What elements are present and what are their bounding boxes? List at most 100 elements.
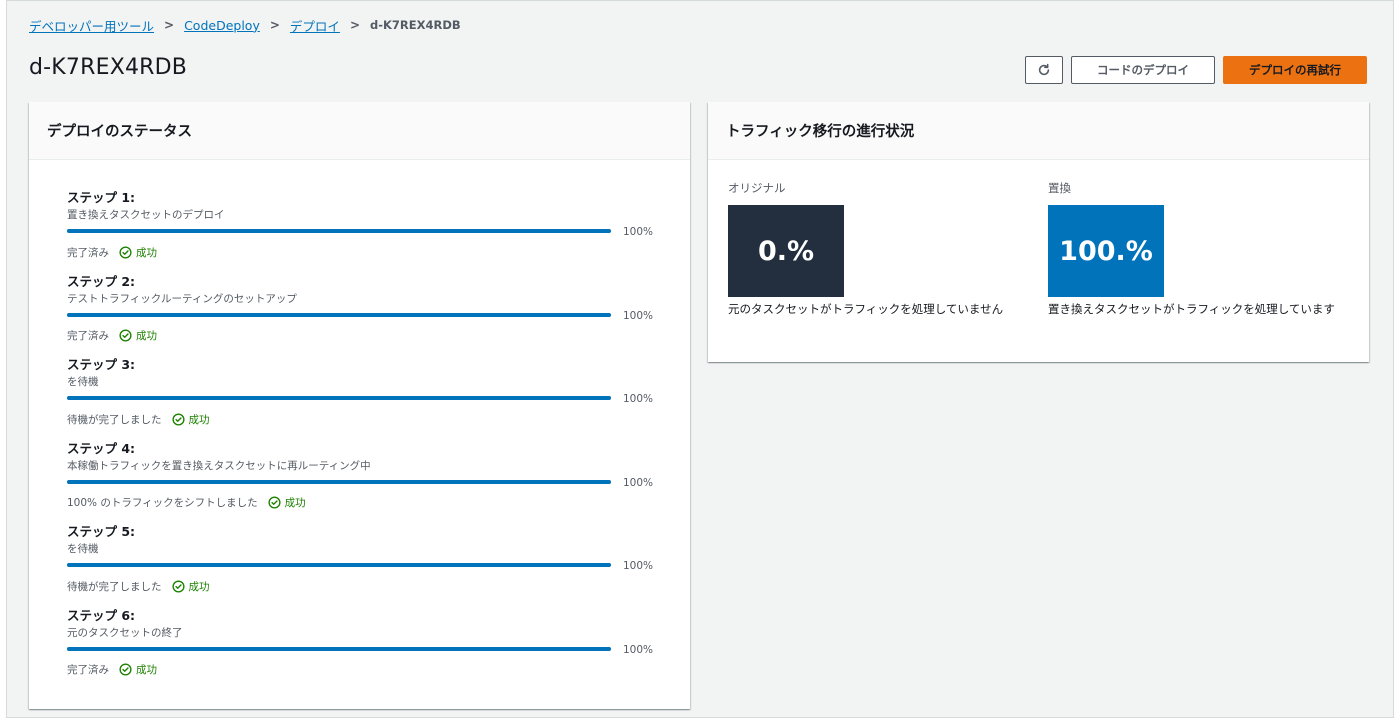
step-progress: 100% [67,559,667,573]
progress-track [67,312,611,317]
progress-fill [67,396,611,400]
progress-percent: 100% [623,309,654,322]
success-label: 成功 [136,330,157,342]
replacement-description: 置き換えタスクセットがトラフィックを処理しています [1048,302,1335,316]
traffic-shift-panel: トラフィック移行の進行状況 オリジナル 0.% 元のタスクセットがトラフィックを… [708,102,1369,362]
success-badge: 成功 [119,328,157,343]
breadcrumb: デベロッパー用ツール > CodeDeploy > デプロイ > d-K7REX… [29,15,461,35]
step-progress: 100% [67,225,667,239]
step-description: を待機 [67,376,99,388]
page-frame: デベロッパー用ツール > CodeDeploy > デプロイ > d-K7REX… [6,0,1394,718]
original-percent: 0.% [728,205,844,297]
success-badge: 成功 [268,495,306,510]
chevron-right-icon: > [269,18,280,32]
steps-list: ステップ 1: 置き換えタスクセットのデプロイ 100% 完了済み 成功 ステッ… [67,190,667,691]
step-title: ステップ 2: [67,273,136,289]
header-actions: コードのデプロイ デプロイの再試行 [1025,56,1367,84]
chevron-right-icon: > [164,18,175,32]
progress-fill [67,646,611,651]
traffic-shift-title: トラフィック移行の進行状況 [708,102,1369,160]
check-circle-icon [119,663,132,676]
success-label: 成功 [284,497,306,509]
progress-track [67,479,611,484]
success-label: 成功 [136,246,157,259]
success-label: 成功 [188,413,210,426]
step-status: 完了済み 成功 [67,244,667,260]
step-status: 完了済み 成功 [67,662,667,678]
step-state: 完了済み [67,664,109,676]
step-description: 置き換えタスクセットのデプロイ [67,209,225,221]
replacement-label: 置換 [1048,181,1071,195]
success-badge: 成功 [119,662,157,677]
step-description: を待機 [67,543,99,555]
progress-percent: 100% [623,226,654,238]
step-state: 完了済み [67,246,109,259]
progress-percent: 100% [623,560,654,572]
step-progress: 100% [67,643,667,657]
progress-percent: 100% [623,643,654,656]
progress-track [67,646,611,651]
step-state: 待機が完了しました [67,580,162,593]
step-description: テストトラフィックルーティングのセットアップ [67,292,297,305]
progress-fill [67,312,611,317]
deploy-code-button[interactable]: コードのデプロイ [1071,56,1215,84]
deployment-step: ステップ 4: 本稼働トラフィックを置き換えタスクセットに再ルーティング中 10… [67,441,667,525]
retry-deployment-button[interactable]: デプロイの再試行 [1223,56,1367,84]
success-label: 成功 [188,580,210,593]
success-label: 成功 [136,664,157,676]
deployment-status-panel: デプロイのステータス ステップ 1: 置き換えタスクセットのデプロイ 100% … [29,102,690,709]
step-state: 待機が完了しました [67,413,162,426]
success-badge: 成功 [119,245,157,260]
refresh-button[interactable] [1025,56,1063,84]
deployment-step: ステップ 2: テストトラフィックルーティングのセットアップ 100% 完了済み… [67,274,667,358]
refresh-icon [1038,63,1050,76]
progress-fill [67,229,611,233]
original-traffic: オリジナル 0.% 元のタスクセットがトラフィックを処理していません [728,180,1038,318]
progress-track [67,563,611,567]
deployment-status-title: デプロイのステータス [29,102,690,160]
check-circle-icon [171,412,185,426]
check-circle-icon [268,496,281,509]
breadcrumb-developer-tools[interactable]: デベロッパー用ツール [29,16,154,35]
progress-fill [67,563,611,567]
step-progress: 100% [67,309,667,323]
step-status: 待機が完了しました 成功 [67,578,667,594]
check-circle-icon [119,329,132,342]
deployment-step: ステップ 3: を待機 100% 待機が完了しました 成功 [67,357,667,441]
step-status: 完了済み 成功 [67,328,667,344]
step-title: ステップ 4: [67,440,136,456]
progress-fill [67,479,611,484]
step-progress: 100% [67,392,667,406]
deployment-step: ステップ 5: を待機 100% 待機が完了しました 成功 [67,524,667,608]
check-circle-icon [119,245,132,259]
step-state: 100% のトラフィックをシフトしました [67,497,258,509]
original-description: 元のタスクセットがトラフィックを処理していません [728,302,1004,316]
chevron-right-icon: > [349,18,360,32]
step-progress: 100% [67,476,667,490]
deployment-step: ステップ 6: 元のタスクセットの終了 100% 完了済み 成功 [67,608,667,692]
step-state: 完了済み [67,330,109,342]
progress-track [67,396,611,400]
step-description: 元のタスクセットの終了 [67,626,183,639]
step-title: ステップ 6: [67,607,136,623]
breadcrumb-current: d-K7REX4RDB [370,18,461,32]
check-circle-icon [171,579,185,593]
deployment-step: ステップ 1: 置き換えタスクセットのデプロイ 100% 完了済み 成功 [67,190,667,274]
step-title: ステップ 1: [67,190,136,205]
replacement-traffic: 置換 100.% 置き換えタスクセットがトラフィックを処理しています [1048,180,1358,318]
progress-percent: 100% [623,476,654,489]
step-status: 待機が完了しました 成功 [67,411,667,427]
step-description: 本稼働トラフィックを置き換えタスクセットに再ルーティング中 [67,459,371,472]
success-badge: 成功 [171,579,210,594]
breadcrumb-deployments[interactable]: デプロイ [290,16,340,35]
page-title: d-K7REX4RDB [29,55,188,80]
step-title: ステップ 3: [67,357,136,372]
original-label: オリジナル [728,181,786,195]
breadcrumb-codedeploy[interactable]: CodeDeploy [184,18,260,33]
replacement-percent: 100.% [1048,205,1164,297]
step-title: ステップ 5: [67,524,136,539]
step-status: 100% のトラフィックをシフトしました 成功 [67,495,667,511]
progress-percent: 100% [623,393,654,405]
success-badge: 成功 [171,412,210,427]
progress-track [67,229,611,233]
